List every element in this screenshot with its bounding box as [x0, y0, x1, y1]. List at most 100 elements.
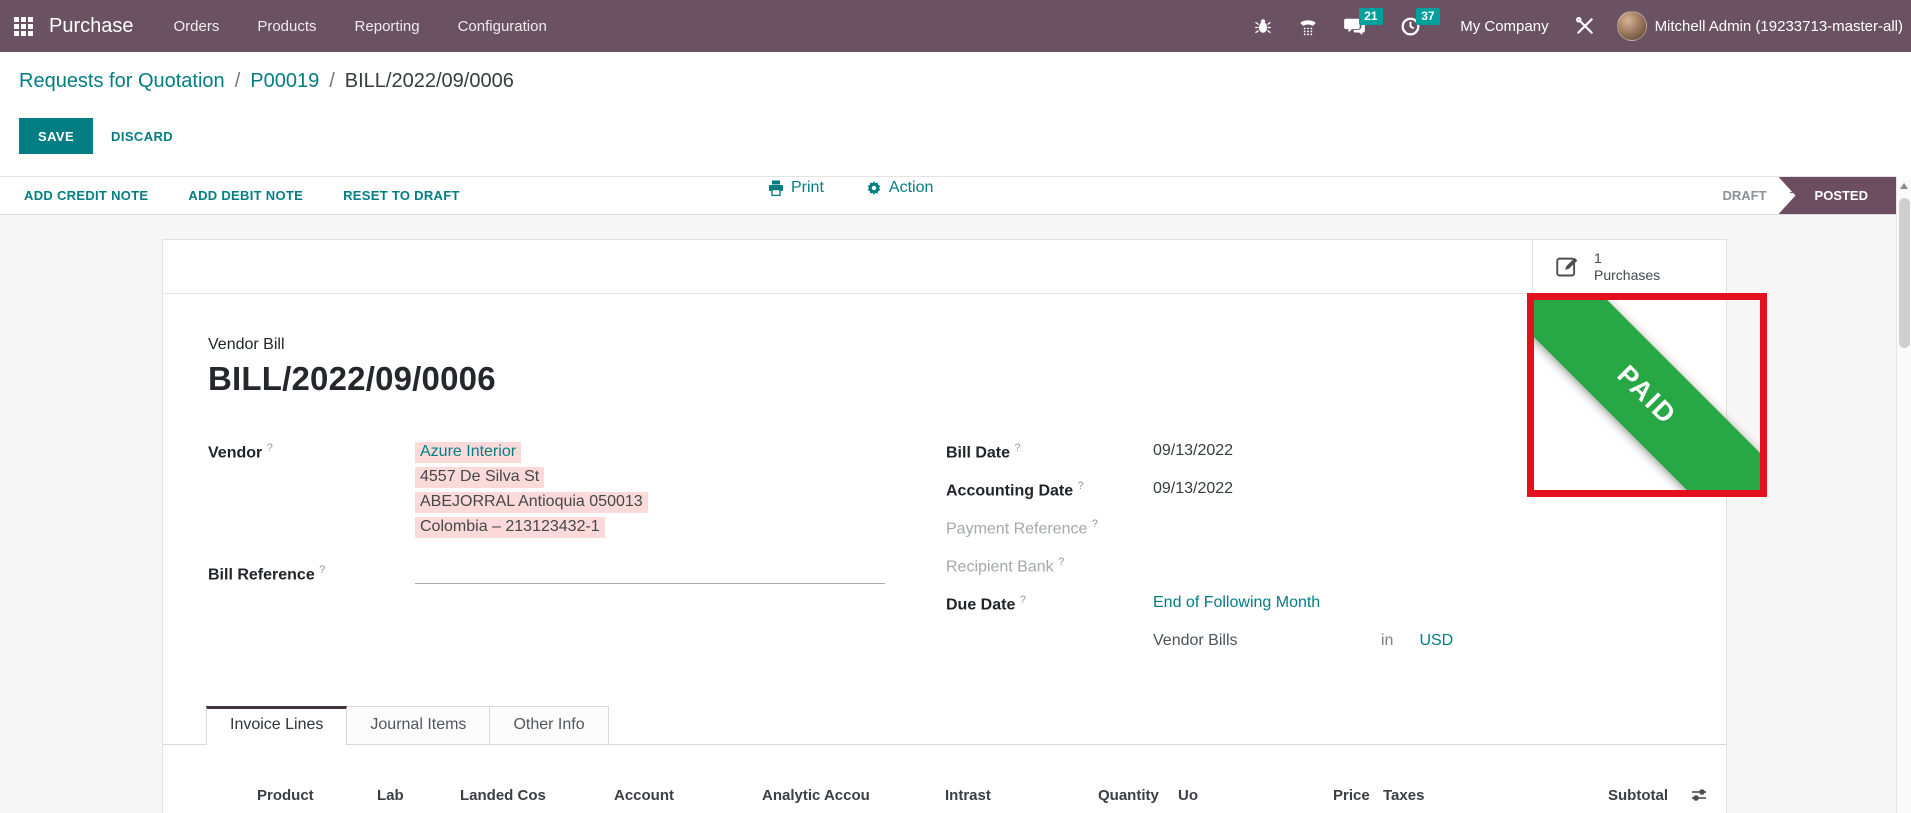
vendor-field-row: Vendor ? Azure Interior 4557 De Silva St… [208, 442, 946, 542]
column-header-price[interactable]: Price [1333, 787, 1370, 804]
breadcrumb: Requests for Quotation/P00019/BILL/2022/… [19, 68, 1911, 94]
activities-badge: 37 [1416, 8, 1439, 25]
help-mark: ? [1092, 518, 1098, 530]
discard-button[interactable]: DISCARD [111, 129, 173, 144]
breadcrumb-p00019[interactable]: P00019 [250, 70, 319, 92]
column-header-intrastat[interactable]: Intrast [945, 787, 991, 804]
status-posted[interactable]: POSTED [1779, 177, 1896, 214]
vendor-link[interactable]: Azure Interior [415, 442, 521, 463]
form-content: 1 Purchases Vendor Bill BILL/2022/09/000… [0, 215, 1911, 813]
menu-reporting[interactable]: Reporting [355, 18, 420, 35]
bill-reference-label: Bill Reference ? [208, 564, 415, 584]
reset-to-draft-button[interactable]: RESET TO DRAFT [343, 188, 460, 203]
payment-reference-label: Payment Reference ? [946, 518, 1153, 538]
document-name: BILL/2022/09/0006 [208, 360, 1681, 398]
journal-in-word: in [1381, 632, 1393, 649]
save-button[interactable]: SAVE [19, 118, 93, 154]
activities-clock-icon[interactable]: 37 [1401, 17, 1420, 36]
due-date-label: Due Date ? [946, 594, 1153, 614]
help-mark: ? [1058, 556, 1064, 568]
bill-reference-field-row: Bill Reference ? [208, 558, 946, 584]
help-mark: ? [267, 442, 273, 454]
bill-date-label: Bill Date ? [946, 442, 1153, 462]
column-header-analytic-account[interactable]: Analytic Accou [762, 787, 870, 804]
smart-button-count: 1 [1594, 250, 1660, 267]
purchases-smart-button[interactable]: 1 Purchases [1532, 240, 1726, 293]
help-mark: ? [1014, 442, 1020, 454]
menu-configuration[interactable]: Configuration [458, 18, 547, 35]
control-panel: Requests for Quotation/P00019/BILL/2022/… [0, 52, 1911, 176]
smart-button-label: Purchases [1594, 267, 1660, 284]
recipient-bank-field-row: Recipient Bank ? [946, 556, 1681, 594]
column-header-taxes[interactable]: Taxes [1383, 787, 1424, 804]
messages-icon[interactable]: 21 [1344, 17, 1365, 36]
due-date-terms-link[interactable]: End of Following Month [1153, 594, 1320, 611]
voip-phone-icon[interactable] [1298, 16, 1318, 36]
print-label: Print [791, 179, 824, 197]
topbar: Purchase Orders Products Reporting Confi… [0, 0, 1911, 52]
currency-link[interactable]: USD [1419, 632, 1453, 649]
statusbar: DRAFT POSTED [1722, 177, 1896, 214]
payment-reference-field-row: Payment Reference ? [946, 518, 1681, 556]
bill-reference-input[interactable] [415, 558, 885, 584]
user-avatar[interactable] [1617, 11, 1647, 41]
button-box: 1 Purchases [163, 240, 1726, 294]
due-date-field-row: Due Date ? End of Following Month [946, 594, 1681, 632]
column-header-product[interactable]: Product [257, 787, 314, 804]
apps-menu-icon[interactable] [14, 17, 33, 36]
tab-invoice-lines[interactable]: Invoice Lines [206, 706, 347, 745]
add-credit-note-button[interactable]: ADD CREDIT NOTE [24, 188, 148, 203]
recipient-bank-label: Recipient Bank ? [946, 556, 1153, 576]
annotation-highlight-box: PAID [1527, 293, 1767, 497]
bill-date-value[interactable]: 09/13/2022 [1153, 442, 1233, 460]
vendor-label: Vendor ? [208, 442, 415, 542]
breadcrumb-current: BILL/2022/09/0006 [345, 70, 514, 92]
optional-columns-icon[interactable] [1691, 787, 1707, 803]
column-header-subtotal[interactable]: Subtotal [1608, 787, 1668, 804]
add-debit-note-button[interactable]: ADD DEBIT NOTE [188, 188, 303, 203]
breadcrumb-requests-for-quotation[interactable]: Requests for Quotation [19, 70, 225, 92]
help-mark: ? [1078, 480, 1084, 492]
vendor-address-line: ABEJORRAL Antioquia 050013 [415, 492, 648, 513]
accounting-date-value[interactable]: 09/13/2022 [1153, 480, 1233, 498]
action-label: Action [889, 179, 933, 197]
invoice-lines-table-header: Product Lab Landed Cos Account Analytic … [163, 787, 1726, 813]
help-mark: ? [319, 564, 325, 576]
printer-icon [768, 180, 784, 196]
column-header-label[interactable]: Lab [377, 787, 404, 804]
vendor-address-line: 4557 De Silva St [415, 467, 544, 488]
print-button[interactable]: Print [768, 179, 824, 197]
breadcrumb-separator: / [329, 70, 335, 92]
action-button[interactable]: Action [866, 179, 933, 197]
form-sheet: 1 Purchases Vendor Bill BILL/2022/09/000… [162, 239, 1727, 813]
gear-icon [866, 180, 882, 196]
scrollbar-thumb[interactable] [1899, 198, 1910, 348]
user-menu[interactable]: Mitchell Admin (19233713-master-all) [1655, 18, 1903, 35]
column-header-quantity[interactable]: Quantity [1098, 787, 1159, 804]
accounting-date-label: Accounting Date ? [946, 480, 1153, 500]
document-actions: Print Action [768, 170, 933, 206]
help-mark: ? [1020, 594, 1026, 606]
form-header: ADD CREDIT NOTE ADD DEBIT NOTE RESET TO … [0, 176, 1911, 215]
tab-journal-items[interactable]: Journal Items [347, 706, 490, 745]
document-type-label: Vendor Bill [208, 336, 1681, 354]
bug-icon[interactable] [1254, 17, 1272, 35]
control-panel-actions: SAVE DISCARD [19, 118, 1911, 154]
journal-link[interactable]: Vendor Bills [1153, 632, 1381, 650]
vertical-scrollbar[interactable] [1896, 176, 1911, 813]
tab-other-info[interactable]: Other Info [490, 706, 608, 745]
column-header-account[interactable]: Account [614, 787, 674, 804]
debug-tools-icon[interactable] [1575, 16, 1595, 36]
menu-orders[interactable]: Orders [174, 18, 220, 35]
app-name[interactable]: Purchase [49, 15, 134, 38]
status-draft[interactable]: DRAFT [1722, 177, 1766, 214]
journal-field-row: Vendor Billsin USD [946, 632, 1681, 670]
edit-pencil-icon [1555, 253, 1582, 280]
scrollbar-up-arrow-icon[interactable] [1900, 183, 1908, 189]
column-header-landed-costs[interactable]: Landed Cos [460, 787, 546, 804]
paid-ribbon-label: PAID [1611, 359, 1683, 431]
menu-products[interactable]: Products [257, 18, 316, 35]
column-header-uom[interactable]: Uo [1178, 787, 1198, 804]
company-switcher[interactable]: My Company [1460, 18, 1548, 35]
paid-ribbon: PAID [1527, 293, 1767, 497]
